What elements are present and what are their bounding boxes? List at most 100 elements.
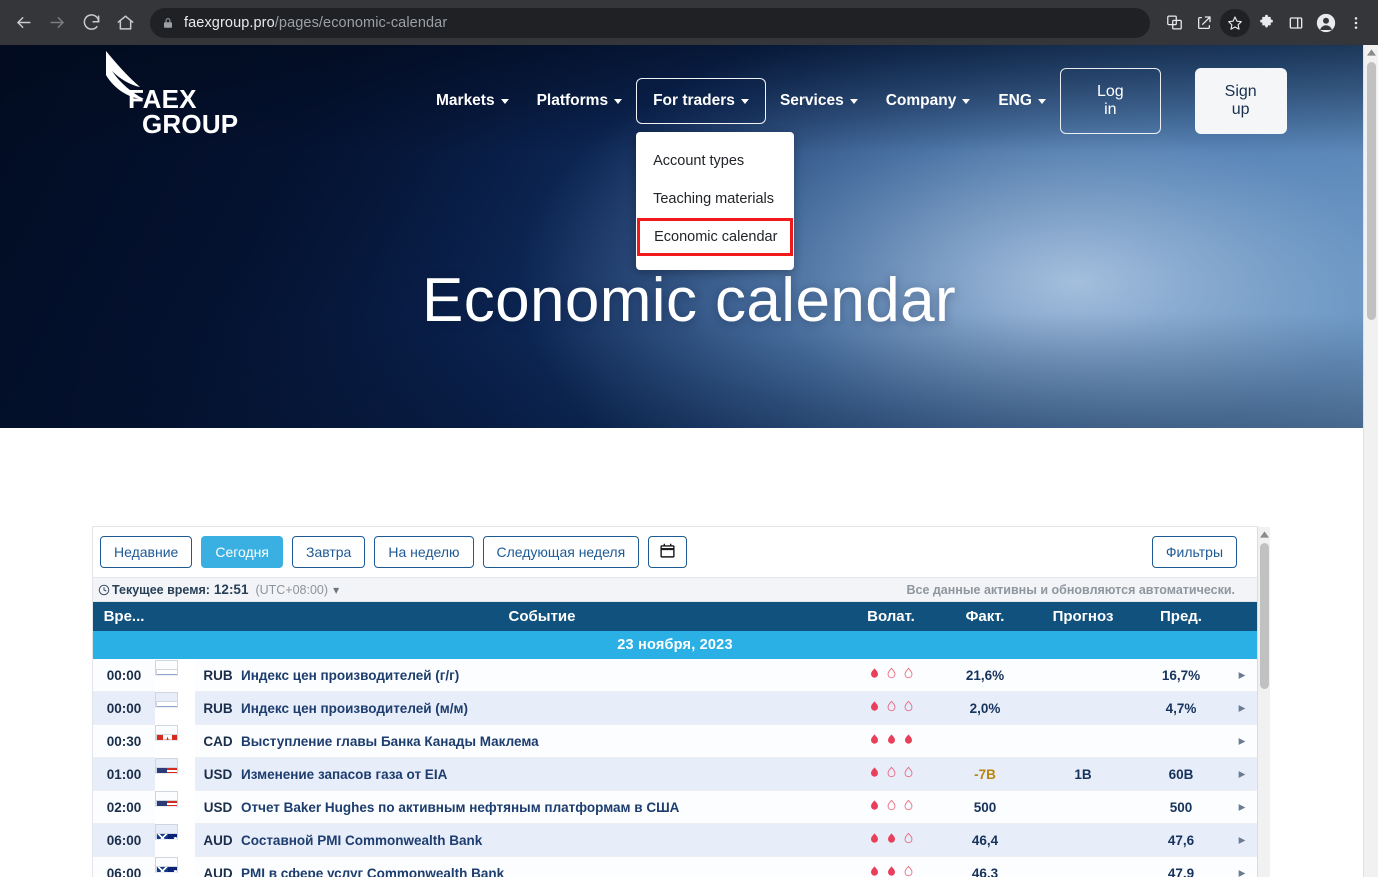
cell-event[interactable]: Изменение запасов газа от EIA — [241, 757, 843, 792]
cell-time: 02:00 — [93, 790, 155, 825]
auth-buttons: Log in Sign up — [1059, 68, 1287, 134]
scroll-up-icon[interactable] — [1258, 527, 1271, 541]
current-time-value: 12:51 — [213, 582, 249, 598]
translate-icon[interactable] — [1160, 9, 1188, 37]
chevron-right-icon[interactable]: ▸ — [1227, 856, 1257, 877]
nav-label: Services — [779, 92, 844, 109]
column-header-time[interactable]: Вре... — [93, 602, 155, 632]
cell-event[interactable]: Составной PMI Commonwealth Bank — [241, 823, 843, 858]
country-flag-icon — [155, 857, 178, 874]
page-scrollbar[interactable] — [1363, 45, 1378, 877]
column-header-previous[interactable]: Пред. — [1135, 602, 1227, 632]
chevron-right-icon[interactable]: ▸ — [1227, 790, 1257, 825]
column-header-actual[interactable]: Факт. — [939, 602, 1031, 632]
calendar-toolbar: Недавние Сегодня Завтра На неделю Следую… — [93, 527, 1257, 578]
cell-event[interactable]: Индекс цен производителей (м/м) — [241, 691, 843, 726]
cell-event[interactable]: Отчет Baker Hughes по активным нефтяным … — [241, 790, 843, 825]
widget-scrollbar[interactable] — [1257, 527, 1270, 877]
table-row[interactable]: 00:00 RUB Индекс цен производителей (м/м) 2… — [93, 691, 1257, 726]
bookmark-star-icon[interactable] — [1220, 8, 1250, 37]
calendar-picker-button[interactable] — [648, 536, 688, 569]
dropdown-item-teaching-materials[interactable]: Teaching materials — [636, 180, 794, 218]
cell-event[interactable]: Индекс цен производителей (г/г) — [241, 659, 843, 693]
current-time-label: Текущее время: — [112, 582, 210, 597]
chevron-down-icon — [962, 98, 971, 104]
cell-actual: 500 — [939, 790, 1031, 825]
main-navigation: Markets Platforms For traders Account ty… — [422, 78, 1060, 270]
table-row[interactable]: 00:30 ★ CAD Выступление главы Банка Канады … — [93, 724, 1257, 759]
cell-forecast: 1B — [1031, 757, 1135, 792]
flame-icon — [868, 864, 915, 877]
lock-icon — [162, 16, 174, 30]
cell-currency: AUD — [195, 823, 241, 858]
wing-logo-icon — [106, 51, 144, 100]
tab-tomorrow[interactable]: Завтра — [291, 536, 366, 569]
cell-actual: 46,4 — [939, 823, 1031, 858]
site-logo[interactable]: FAEX GROUP — [104, 51, 254, 140]
table-row[interactable]: 00:00 RUB Индекс цен производителей (г/г) 2… — [93, 659, 1257, 693]
login-button[interactable]: Log in — [1059, 68, 1161, 134]
tab-next-week[interactable]: Следующая неделя — [482, 536, 640, 569]
chevron-down-icon[interactable]: ▾ — [333, 583, 339, 597]
back-button[interactable] — [8, 8, 38, 38]
table-row[interactable]: 01:00 USD Изменение запасов газа от EIA -7B… — [93, 757, 1257, 792]
nav-item-services[interactable]: Services — [766, 82, 872, 120]
dropdown-item-economic-calendar[interactable]: Economic calendar — [637, 218, 794, 256]
home-button[interactable] — [110, 8, 140, 38]
dropdown-item-account-types[interactable]: Account types — [636, 142, 794, 180]
column-header-forecast[interactable]: Прогноз — [1031, 602, 1135, 632]
nav-item-markets[interactable]: Markets — [422, 82, 523, 120]
table-row[interactable]: 02:00 USD Отчет Baker Hughes по активным н… — [93, 790, 1257, 825]
widget-scrollbar-thumb[interactable] — [1260, 543, 1269, 689]
nav-item-for-traders[interactable]: For traders — [636, 78, 766, 124]
cell-volatility — [843, 691, 939, 726]
browser-toolbar: faexgroup.pro/pages/economic-calendar — [0, 0, 1378, 45]
cell-currency: CAD — [195, 724, 241, 759]
side-panel-icon[interactable] — [1282, 9, 1310, 37]
cell-time: 00:30 — [93, 724, 155, 759]
table-row[interactable]: 06:00 AUD Составной PMI Commonwealth Bank 4… — [93, 823, 1257, 858]
extensions-puzzle-icon[interactable] — [1252, 9, 1280, 37]
cell-volatility — [843, 823, 939, 858]
chevron-right-icon[interactable]: ▸ — [1227, 724, 1257, 759]
cell-forecast — [1031, 823, 1135, 858]
chevron-right-icon[interactable]: ▸ — [1227, 691, 1257, 726]
country-flag-icon — [155, 692, 178, 709]
filters-button[interactable]: Фильтры — [1151, 536, 1237, 569]
chevron-right-icon[interactable]: ▸ — [1227, 823, 1257, 858]
signup-button[interactable]: Sign up — [1194, 68, 1287, 134]
chevron-right-icon[interactable]: ▸ — [1227, 659, 1257, 693]
nav-label: For traders — [653, 92, 735, 109]
nav-item-platforms[interactable]: Platforms — [523, 82, 637, 120]
reload-button[interactable] — [76, 8, 106, 38]
tab-this-week[interactable]: На неделю — [374, 536, 474, 569]
flame-icon — [868, 831, 915, 846]
cell-event[interactable]: PMI в сфере услуг Commonwealth Bank — [241, 856, 843, 877]
column-header-volatility[interactable]: Волат. — [843, 602, 939, 632]
calendar-icon — [659, 542, 676, 562]
site-header: FAEX GROUP Markets Platforms For traders… — [0, 45, 1378, 270]
economic-calendar-section: Недавние Сегодня Завтра На неделю Следую… — [0, 526, 1378, 877]
table-row[interactable]: 06:00 AUD PMI в сфере услуг Commonwealth B… — [93, 856, 1257, 877]
flame-icon — [868, 765, 915, 780]
chrome-menu-icon[interactable] — [1342, 9, 1370, 37]
cell-currency: RUB — [195, 659, 241, 693]
cell-event[interactable]: Выступление главы Банка Канады Маклема — [241, 724, 843, 759]
cell-currency: RUB — [195, 691, 241, 726]
nav-item-language[interactable]: ENG — [984, 82, 1060, 120]
timezone-label[interactable]: (UTC+08:00) — [255, 583, 328, 597]
country-flag-icon — [155, 758, 178, 775]
chevron-right-icon[interactable]: ▸ — [1227, 757, 1257, 792]
cell-volatility — [843, 757, 939, 792]
share-icon[interactable] — [1190, 9, 1218, 37]
logo-line-2: GROUP — [142, 109, 239, 140]
address-bar[interactable]: faexgroup.pro/pages/economic-calendar — [150, 7, 1150, 38]
forward-button[interactable] — [42, 8, 72, 38]
column-header-event[interactable]: Событие — [241, 602, 843, 632]
nav-item-company[interactable]: Company — [872, 82, 985, 120]
profile-avatar-icon[interactable] — [1312, 9, 1340, 37]
tab-recent[interactable]: Недавние — [100, 536, 193, 569]
chevron-down-icon — [740, 98, 749, 104]
tab-today[interactable]: Сегодня — [201, 536, 283, 569]
cell-time: 00:00 — [93, 659, 155, 693]
